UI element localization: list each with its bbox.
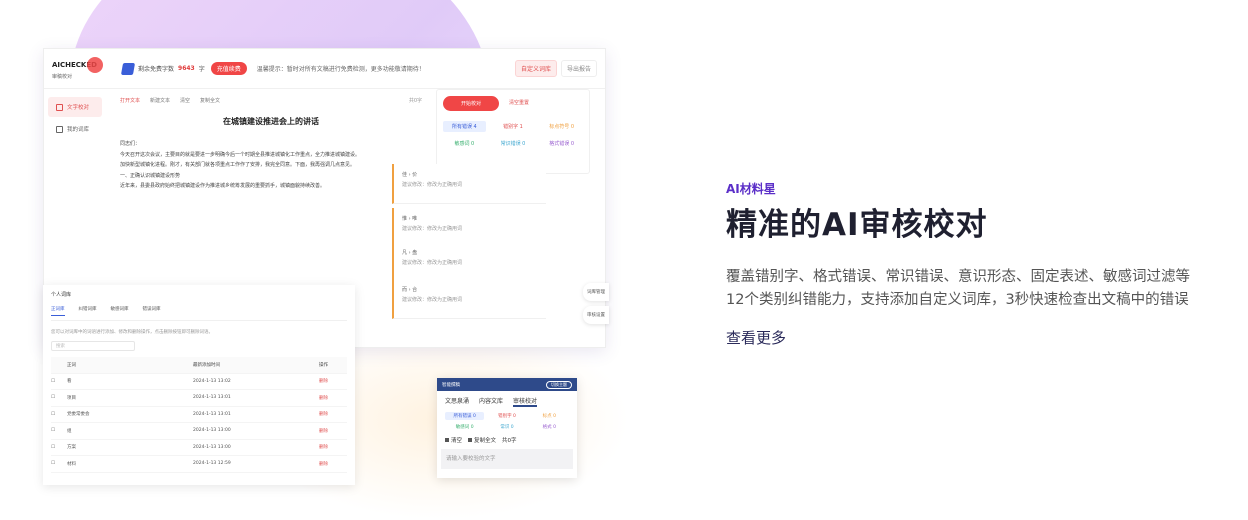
mini-toolbar: 清空 复制全文 共0字: [437, 431, 577, 449]
row-checkbox[interactable]: ☐: [51, 395, 67, 400]
logo-dot-icon: [86, 56, 103, 73]
mini-proofread-window: 智能撰稿 切换主题 文思泉涌 内容文库 审核校对 所有错误 0 错别字 0 标点…: [437, 378, 577, 478]
document-title: 在城镇建设推进会上的讲话: [223, 116, 319, 126]
book-icon: [56, 125, 63, 133]
table-row: ☐ 项目 2024-1-13 13:01 删除: [51, 390, 347, 407]
feature-section: AI材料星 精准的AI审核校对 覆盖错别字、格式错误、常识错误、意识形态、固定表…: [726, 180, 1206, 348]
export-button[interactable]: 导出报告: [560, 60, 597, 77]
new-text-button[interactable]: 新建文本: [150, 97, 170, 106]
app-logo: AICHECKED 审稿校对: [52, 56, 112, 81]
mini-text-input[interactable]: 请输入要校验的文字: [441, 449, 573, 469]
clear-button[interactable]: 清空: [180, 97, 190, 106]
mini-char-count: 共0字: [502, 438, 517, 444]
tab-writing[interactable]: 文思泉涌: [445, 396, 469, 407]
open-text-button[interactable]: 打开文本: [120, 97, 140, 106]
side-tab-dictionary[interactable]: 词库管理: [583, 283, 609, 301]
doc-paragraph: 今天召开这次会议，主要目的就是要进一步明确今后一个时期全县推进城镇化工作重点，全…: [120, 151, 361, 158]
delete-button[interactable]: 删除: [319, 411, 359, 417]
row-checkbox[interactable]: ☐: [51, 412, 67, 417]
dictionary-window: 个人词库 正词库 纠错词库 敏感词库 错误词库 您可以对词库中的词语进行添加、修…: [43, 285, 355, 485]
mini-tabs: 文思泉涌 内容文库 审核校对: [437, 391, 577, 412]
reset-button[interactable]: 清空重置: [509, 100, 529, 107]
dictionary-search-input[interactable]: 搜索: [51, 341, 135, 351]
dictionary-tabs: 正词库 纠错词库 敏感词库 错误词库: [51, 306, 347, 321]
brand-label: AI材料星: [726, 182, 776, 196]
switch-theme-button[interactable]: 切换主题: [546, 380, 572, 389]
dictionary-note: 您可以对词库中的词语进行添加、修改和删除操作，点击删除按钮即可删除词语。: [51, 330, 213, 335]
dictionary-title: 个人词库: [51, 292, 72, 298]
table-row: ☐ 党委常委会 2024-1-13 13:01 删除: [51, 407, 347, 423]
category-format[interactable]: 格式错误 0: [540, 138, 583, 149]
error-categories: 所有错误 4 错别字 1 标点符号 0 敏感词 0 常识错误 0 格式错误 0: [443, 121, 583, 149]
side-tab-settings[interactable]: 审核设置: [583, 306, 609, 324]
tab-error[interactable]: 错误词库: [143, 306, 161, 316]
notice-text: 温馨提示：暂时对所有文稿进行免费检测，更多功能敬请期待！: [256, 66, 425, 73]
doc-paragraph: 同志们：: [120, 141, 141, 147]
char-count: 共0字: [408, 98, 422, 104]
category-sensitive[interactable]: 敏感词 0: [443, 138, 486, 149]
table-row: ☐ 看 2024-1-13 13:02 删除: [51, 374, 347, 390]
table-header: 正词 最新添加时间 操作: [51, 357, 347, 374]
delete-button[interactable]: 删除: [319, 395, 359, 401]
document-icon: [120, 62, 136, 75]
mini-clear-button[interactable]: 清空: [445, 436, 462, 444]
sidebar-item-proofread[interactable]: 文字校对: [48, 97, 102, 117]
table-row: ☐ 组 2024-1-13 13:00 删除: [51, 423, 347, 440]
feature-description: 覆盖错别字、格式错误、常识错误、意识形态、固定表述、敏感词过滤等12个类别纠错能…: [726, 269, 1190, 308]
see-more-link[interactable]: 查看更多: [726, 329, 786, 347]
app-topbar: AICHECKED 审稿校对 剩余免费字数 9643 字 充值续费 温馨提示：暂…: [44, 49, 605, 89]
table-row: ☐ 材料 2024-1-13 12:59 删除: [51, 456, 347, 473]
error-card[interactable]: 凡 › 盘 建议修改：修改为正确用词: [392, 242, 546, 282]
delete-button[interactable]: 删除: [319, 444, 359, 450]
tab-sensitive[interactable]: 敏感词库: [111, 306, 129, 316]
clear-icon: [445, 438, 449, 442]
delete-button[interactable]: 删除: [319, 378, 359, 384]
sidebar-item-dictionary[interactable]: 我的词库: [48, 119, 102, 139]
category-typo[interactable]: 错别字 1: [492, 121, 535, 132]
mini-copy-button[interactable]: 复制全文: [468, 436, 496, 444]
tab-proofread[interactable]: 审核校对: [513, 396, 538, 407]
check-panel: 开始校对 清空重置 所有错误 4 错别字 1 标点符号 0 敏感词 0 常识错误…: [436, 89, 590, 174]
tab-library[interactable]: 内容文库: [479, 396, 503, 407]
word-count: 剩余免费字数 9643 字: [120, 62, 205, 75]
copy-all-button[interactable]: 复制全文: [200, 97, 220, 106]
row-checkbox[interactable]: ☐: [51, 461, 67, 466]
row-checkbox[interactable]: ☐: [51, 379, 67, 384]
tab-positive[interactable]: 正词库: [51, 306, 65, 316]
doc-paragraph: 一、正确认识城镇建设形势: [120, 172, 181, 179]
mini-categories: 所有错误 0 错别字 0 标点 0 敏感词 0 常识 0 格式 0: [437, 412, 577, 431]
delete-button[interactable]: 删除: [319, 461, 359, 467]
category-all[interactable]: 所有错误 4: [443, 121, 486, 132]
copy-icon: [468, 438, 473, 442]
row-checkbox[interactable]: ☐: [51, 428, 67, 433]
error-card[interactable]: 佳 › 价 建议修改：修改为正确用词: [392, 164, 546, 204]
editor-toolbar: 打开文本 新建文本 清空 复制全文 共0字: [120, 97, 422, 106]
table-row: ☐ 方案 2024-1-13 13:00 删除: [51, 440, 347, 456]
row-checkbox[interactable]: ☐: [51, 445, 67, 450]
category-common[interactable]: 常识错误 0: [492, 138, 535, 149]
tab-correction[interactable]: 纠错词库: [79, 306, 97, 316]
recharge-button[interactable]: 充值续费: [210, 62, 247, 75]
category-punctuation[interactable]: 标点符号 0: [540, 121, 583, 132]
error-card[interactable]: 而 › 合 建议修改：修改为正确用词: [392, 279, 546, 319]
custom-dict-button[interactable]: 自定义词库: [514, 60, 557, 77]
doc-paragraph: 加快新型城镇化进程。刚才，有关部门就各项重点工作作了安排，我完全同意。下面，我再…: [120, 162, 356, 168]
delete-button[interactable]: 删除: [319, 428, 359, 434]
feature-headline: 精准的AI审核校对: [726, 207, 988, 243]
mini-header: 智能撰稿 切换主题: [437, 378, 577, 391]
doc-paragraph: 近年来，县委县政府始终把城镇建设作为推进城乡统筹发展的重要抓手，城镇面貌持续改善…: [120, 183, 326, 189]
start-check-button[interactable]: 开始校对: [443, 96, 500, 111]
proofread-icon: [56, 103, 63, 111]
